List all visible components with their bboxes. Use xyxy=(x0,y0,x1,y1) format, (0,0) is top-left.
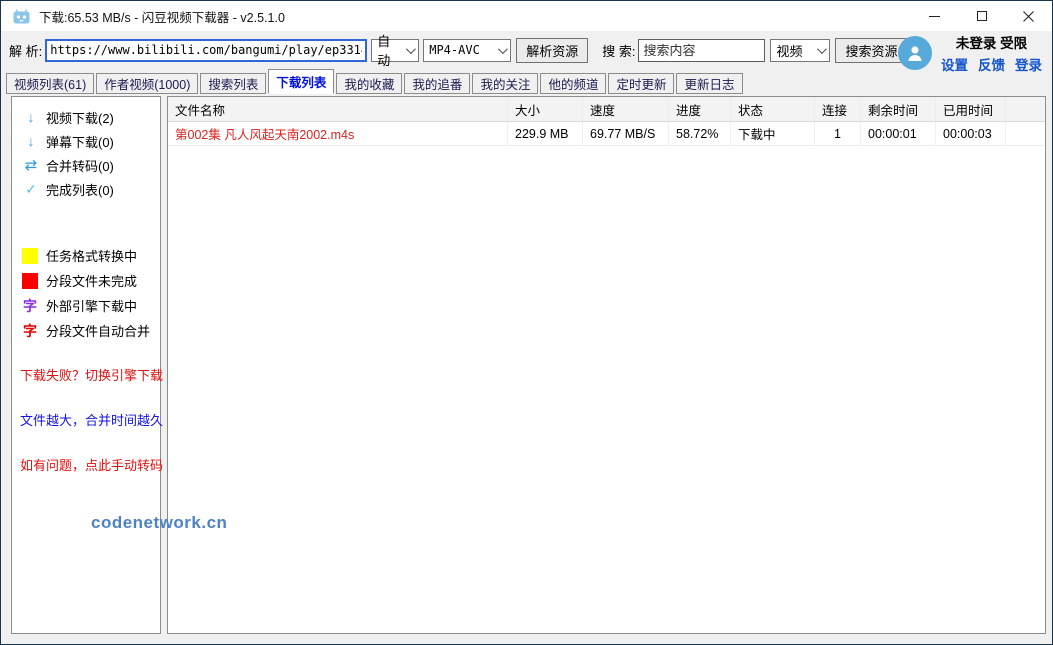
tab-author-videos[interactable]: 作者视频(1000) xyxy=(96,73,198,94)
sidebar-item-merge-transcode[interactable]: ⇄ 合并转码(0) xyxy=(12,153,160,177)
app-icon xyxy=(13,9,30,24)
settings-link[interactable]: 设置 xyxy=(941,54,968,74)
avatar[interactable] xyxy=(898,36,932,70)
window-title: 下载:65.53 MB/s - 闪豆视频下载器 - v2.5.1.0 xyxy=(39,7,285,26)
sidebar-notes: 下载失败？切换引擎下载 文件越大，合并时间越久 如有问题，点此手动转码 xyxy=(12,365,160,474)
chevron-down-icon xyxy=(406,44,416,54)
sidebar-item-danmaku-download[interactable]: ↓ 弹幕下载(0) xyxy=(12,129,160,153)
status-legend: 任务格式转换中 分段文件未完成 字 外部引擎下载中 字 分段文件自动合并 xyxy=(12,243,160,343)
cell-progress: 58.72% xyxy=(669,122,731,145)
note-manual-transcode[interactable]: 如有问题，点此手动转码 xyxy=(12,455,160,474)
cell-connections: 1 xyxy=(815,122,861,145)
tab-strip: 视频列表(61) 作者视频(1000) 搜索列表 下载列表 我的收藏 我的追番 … xyxy=(1,69,1052,94)
account-area: 未登录 受限 设置 反馈 登录 xyxy=(898,32,1042,74)
search-input[interactable] xyxy=(638,39,765,62)
yellow-swatch xyxy=(22,248,38,264)
tab-my-follows[interactable]: 我的关注 xyxy=(472,73,538,94)
column-header-size[interactable]: 大小 xyxy=(508,97,583,121)
tab-update-log[interactable]: 更新日志 xyxy=(676,73,742,94)
title-bar: 下载:65.53 MB/s - 闪豆视频下载器 - v2.5.1.0 xyxy=(1,1,1052,31)
account-links: 设置 反馈 登录 xyxy=(941,54,1042,74)
cell-size: 229.9 MB xyxy=(508,122,583,145)
parse-label: 解 析: xyxy=(9,41,42,60)
login-status: 未登录 受限 xyxy=(941,32,1042,52)
tab-scheduled-update[interactable]: 定时更新 xyxy=(608,73,674,94)
tab-video-list[interactable]: 视频列表(61) xyxy=(6,73,94,94)
tab-search-list[interactable]: 搜索列表 xyxy=(200,73,266,94)
url-input[interactable] xyxy=(45,39,367,62)
format-select[interactable]: MP4-AVC xyxy=(423,39,511,62)
chevron-down-icon xyxy=(817,44,827,54)
cell-time-elapsed: 00:00:03 xyxy=(936,122,1006,145)
maximize-icon xyxy=(977,11,987,21)
cell-status: 下载中 xyxy=(731,122,815,145)
legend-item-transcoding: 任务格式转换中 xyxy=(12,243,160,268)
close-button[interactable] xyxy=(1005,1,1052,31)
sidebar-item-video-download[interactable]: ↓ 视频下载(2) xyxy=(12,105,160,129)
column-header-connections[interactable]: 连接 xyxy=(815,97,861,121)
account-info: 未登录 受限 设置 反馈 登录 xyxy=(941,32,1042,74)
watermark: codenetwork.cn xyxy=(91,513,227,533)
content-area: ↓ 视频下载(2) ↓ 弹幕下载(0) ⇄ 合并转码(0) ✓ 完成列表(0) … xyxy=(1,94,1052,645)
user-icon xyxy=(905,43,925,63)
table-row[interactable]: 第002集 凡人风起天南2002.m4s 229.9 MB 69.77 MB/S… xyxy=(168,122,1045,146)
legend-item-auto-merge: 字 分段文件自动合并 xyxy=(12,318,160,343)
legend-item-segment-incomplete: 分段文件未完成 xyxy=(12,268,160,293)
check-icon: ✓ xyxy=(22,181,40,198)
red-char-icon: 字 xyxy=(22,321,38,341)
chevron-down-icon xyxy=(498,44,508,54)
format-select-value: MP4-AVC xyxy=(429,43,480,57)
tab-his-channel[interactable]: 他的频道 xyxy=(540,73,606,94)
table-header: 文件名称 大小 速度 进度 状态 连接 剩余时间 已用时间 xyxy=(168,97,1045,122)
feedback-link[interactable]: 反馈 xyxy=(978,54,1005,74)
column-header-time-remaining[interactable]: 剩余时间 xyxy=(861,97,936,121)
download-icon: ↓ xyxy=(22,109,40,125)
column-header-speed[interactable]: 速度 xyxy=(583,97,669,121)
merge-transcode-icon: ⇄ xyxy=(22,156,40,174)
quality-select-value: 自动 xyxy=(377,31,402,69)
search-resource-button[interactable]: 搜索资源 xyxy=(835,38,907,63)
legend-item-external-engine: 字 外部引擎下载中 xyxy=(12,293,160,318)
window-controls xyxy=(911,1,1052,31)
sidebar: ↓ 视频下载(2) ↓ 弹幕下载(0) ⇄ 合并转码(0) ✓ 完成列表(0) … xyxy=(11,96,161,634)
cell-filename: 第002集 凡人风起天南2002.m4s xyxy=(168,122,508,145)
toolbar: 解 析: 自动 MP4-AVC 解析资源 搜 索: 视频 搜索资源 xyxy=(1,31,1052,69)
download-table-panel: 文件名称 大小 速度 进度 状态 连接 剩余时间 已用时间 第002集 凡人风起… xyxy=(167,96,1046,634)
purple-char-icon: 字 xyxy=(22,296,38,316)
column-header-progress[interactable]: 进度 xyxy=(669,97,731,121)
column-header-filename[interactable]: 文件名称 xyxy=(168,97,508,121)
column-header-time-elapsed[interactable]: 已用时间 xyxy=(936,97,1006,121)
minimize-button[interactable] xyxy=(911,1,958,31)
column-header-status[interactable]: 状态 xyxy=(731,97,815,121)
quality-select[interactable]: 自动 xyxy=(371,39,419,62)
minimize-icon xyxy=(929,16,940,17)
tab-download-list[interactable]: 下载列表 xyxy=(268,69,334,94)
sidebar-item-completed-list[interactable]: ✓ 完成列表(0) xyxy=(12,177,160,201)
parse-resource-button[interactable]: 解析资源 xyxy=(516,38,588,63)
search-label: 搜 索: xyxy=(602,41,635,60)
login-link[interactable]: 登录 xyxy=(1015,54,1042,74)
search-type-select-value: 视频 xyxy=(776,41,802,60)
note-merge-time: 文件越大，合并时间越久 xyxy=(12,410,160,429)
app-window: 下载:65.53 MB/s - 闪豆视频下载器 - v2.5.1.0 解 析: … xyxy=(0,0,1053,645)
tab-my-favorites[interactable]: 我的收藏 xyxy=(336,73,402,94)
close-icon xyxy=(1023,11,1034,22)
cell-time-remaining: 00:00:01 xyxy=(861,122,936,145)
red-swatch xyxy=(22,273,38,289)
maximize-button[interactable] xyxy=(958,1,1005,31)
note-switch-engine[interactable]: 下载失败？切换引擎下载 xyxy=(12,365,160,384)
search-type-select[interactable]: 视频 xyxy=(770,39,830,62)
tab-my-bangumi[interactable]: 我的追番 xyxy=(404,73,470,94)
cell-speed: 69.77 MB/S xyxy=(583,122,669,145)
download-icon: ↓ xyxy=(22,133,40,149)
